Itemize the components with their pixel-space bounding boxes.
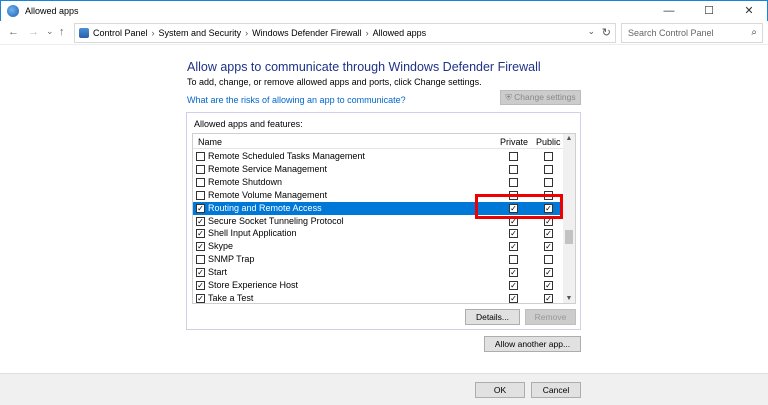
enable-checkbox[interactable] bbox=[196, 152, 205, 161]
column-private[interactable]: Private bbox=[500, 137, 528, 147]
page-title: Allow apps to communicate through Window… bbox=[187, 60, 541, 74]
table-row[interactable]: Remote Shutdown bbox=[193, 176, 563, 189]
app-name: SNMP Trap bbox=[208, 254, 255, 265]
refresh-button[interactable]: ↻ bbox=[602, 26, 611, 39]
public-checkbox[interactable] bbox=[544, 177, 553, 187]
back-button[interactable]: ← bbox=[8, 26, 19, 38]
column-name[interactable]: Name bbox=[198, 137, 222, 147]
instructions-text: To add, change, or remove allowed apps a… bbox=[187, 77, 482, 87]
up-button[interactable]: ↑ bbox=[59, 26, 65, 38]
highlight-annotation bbox=[475, 194, 563, 219]
table-row[interactable]: ✓ Store Experience Host ✓ ✓ bbox=[193, 279, 563, 292]
allowed-apps-label: Allowed apps and features: bbox=[194, 119, 303, 129]
private-checkbox[interactable]: ✓ bbox=[509, 281, 518, 290]
app-name: Remote Shutdown bbox=[208, 176, 283, 187]
app-name: Remote Scheduled Tasks Management bbox=[208, 151, 365, 161]
private-checkbox[interactable] bbox=[509, 255, 518, 265]
private-checkbox[interactable]: ✓ bbox=[509, 229, 518, 239]
breadcrumb-separator: › bbox=[245, 28, 249, 38]
table-header: Name Private Public bbox=[193, 134, 563, 149]
table-row[interactable]: ✓ Start ✓ ✓ bbox=[193, 266, 563, 279]
public-checkbox[interactable]: ✓ bbox=[544, 242, 553, 252]
address-dropdown-button[interactable]: ⌄ bbox=[587, 26, 595, 37]
app-name: Secure Socket Tunneling Protocol bbox=[208, 215, 344, 226]
search-icon: ⌕ bbox=[751, 27, 757, 38]
recent-locations-button[interactable]: ⌄ bbox=[46, 26, 54, 37]
table-row[interactable]: Remote Scheduled Tasks Management bbox=[193, 150, 563, 163]
enable-checkbox[interactable]: ✓ bbox=[196, 229, 205, 239]
maximize-button[interactable]: ☐ bbox=[689, 1, 729, 21]
change-settings-button[interactable]: ⛨ Change settings bbox=[500, 90, 581, 105]
table-row[interactable]: SNMP Trap bbox=[193, 253, 563, 266]
public-checkbox[interactable]: ✓ bbox=[544, 281, 553, 290]
enable-checkbox[interactable] bbox=[196, 177, 205, 187]
enable-checkbox[interactable]: ✓ bbox=[196, 293, 205, 303]
details-button[interactable]: Details... bbox=[465, 309, 520, 325]
breadcrumb-item[interactable]: Windows Defender Firewall bbox=[252, 28, 362, 38]
forward-button[interactable]: → bbox=[28, 26, 39, 38]
private-checkbox[interactable] bbox=[509, 152, 518, 161]
public-checkbox[interactable] bbox=[544, 152, 553, 161]
enable-checkbox[interactable]: ✓ bbox=[196, 268, 205, 278]
control-panel-icon bbox=[79, 28, 89, 38]
minimize-button[interactable]: — bbox=[649, 1, 689, 21]
app-name: Remote Volume Management bbox=[208, 189, 328, 200]
breadcrumb[interactable]: Control Panel › System and Security › Window… bbox=[74, 23, 616, 43]
breadcrumb-item[interactable]: System and Security bbox=[159, 28, 242, 38]
enable-checkbox[interactable] bbox=[196, 255, 205, 265]
breadcrumb-separator: › bbox=[151, 28, 155, 38]
ok-button[interactable]: OK bbox=[475, 382, 525, 398]
address-bar: ← → ⌄ ↑ Control Panel › System and Securit… bbox=[0, 21, 768, 45]
app-name: Routing and Remote Access bbox=[208, 202, 322, 213]
app-name: Take a Test bbox=[208, 292, 254, 303]
allow-another-app-button[interactable]: Allow another app... bbox=[484, 336, 581, 352]
scrollbar[interactable]: ▲ ▼ bbox=[563, 134, 575, 303]
window-title: Allowed apps bbox=[25, 6, 79, 16]
public-checkbox[interactable]: ✓ bbox=[544, 229, 553, 239]
public-checkbox[interactable]: ✓ bbox=[544, 293, 553, 303]
enable-checkbox[interactable]: ✓ bbox=[196, 203, 205, 213]
app-name: Skype bbox=[208, 241, 234, 252]
app-name: Remote Service Management bbox=[208, 163, 328, 174]
private-checkbox[interactable]: ✓ bbox=[509, 293, 518, 303]
search-placeholder: Search Control Panel bbox=[628, 28, 714, 38]
firewall-app-icon bbox=[7, 5, 19, 17]
private-checkbox[interactable] bbox=[509, 164, 518, 174]
change-settings-label: Change settings bbox=[514, 92, 576, 102]
public-checkbox[interactable] bbox=[544, 164, 553, 174]
allowed-apps-group: Allowed apps and features: Name Private … bbox=[186, 112, 581, 330]
enable-checkbox[interactable]: ✓ bbox=[196, 216, 205, 226]
breadcrumb-item[interactable]: Allowed apps bbox=[373, 28, 427, 38]
enable-checkbox[interactable] bbox=[196, 190, 205, 200]
cancel-button[interactable]: Cancel bbox=[531, 382, 581, 398]
private-checkbox[interactable]: ✓ bbox=[509, 242, 518, 252]
enable-checkbox[interactable]: ✓ bbox=[196, 242, 205, 252]
close-button[interactable]: ✕ bbox=[729, 1, 768, 21]
private-checkbox[interactable] bbox=[509, 177, 518, 187]
risks-link[interactable]: What are the risks of allowing an app to… bbox=[187, 95, 406, 105]
app-name: Shell Input Application bbox=[208, 228, 297, 239]
footer: OK Cancel bbox=[0, 373, 768, 405]
private-checkbox[interactable]: ✓ bbox=[509, 268, 518, 278]
breadcrumb-separator: › bbox=[365, 28, 369, 38]
enable-checkbox[interactable] bbox=[196, 164, 205, 174]
scroll-up-icon[interactable]: ▲ bbox=[563, 135, 575, 142]
search-input[interactable]: Search Control Panel ⌕ bbox=[621, 23, 763, 43]
table-row[interactable]: ✓ Take a Test ✓ ✓ bbox=[193, 292, 563, 305]
title-bar: Allowed apps — ☐ ✕ bbox=[0, 0, 768, 21]
public-checkbox[interactable] bbox=[544, 255, 553, 265]
shield-icon: ⛨ bbox=[505, 92, 512, 102]
app-name: Store Experience Host bbox=[208, 280, 299, 290]
column-public[interactable]: Public bbox=[536, 137, 561, 147]
scroll-down-icon[interactable]: ▼ bbox=[563, 295, 575, 302]
table-row[interactable]: ✓ Skype ✓ ✓ bbox=[193, 240, 563, 253]
remove-button[interactable]: Remove bbox=[525, 309, 576, 325]
breadcrumb-item[interactable]: Control Panel bbox=[93, 28, 148, 38]
scrollbar-thumb[interactable] bbox=[565, 230, 573, 244]
enable-checkbox[interactable]: ✓ bbox=[196, 281, 205, 290]
table-row[interactable]: ✓ Shell Input Application ✓ ✓ bbox=[193, 227, 563, 240]
app-name: Start bbox=[208, 267, 228, 278]
table-row[interactable]: Remote Service Management bbox=[193, 163, 563, 176]
public-checkbox[interactable]: ✓ bbox=[544, 268, 553, 278]
